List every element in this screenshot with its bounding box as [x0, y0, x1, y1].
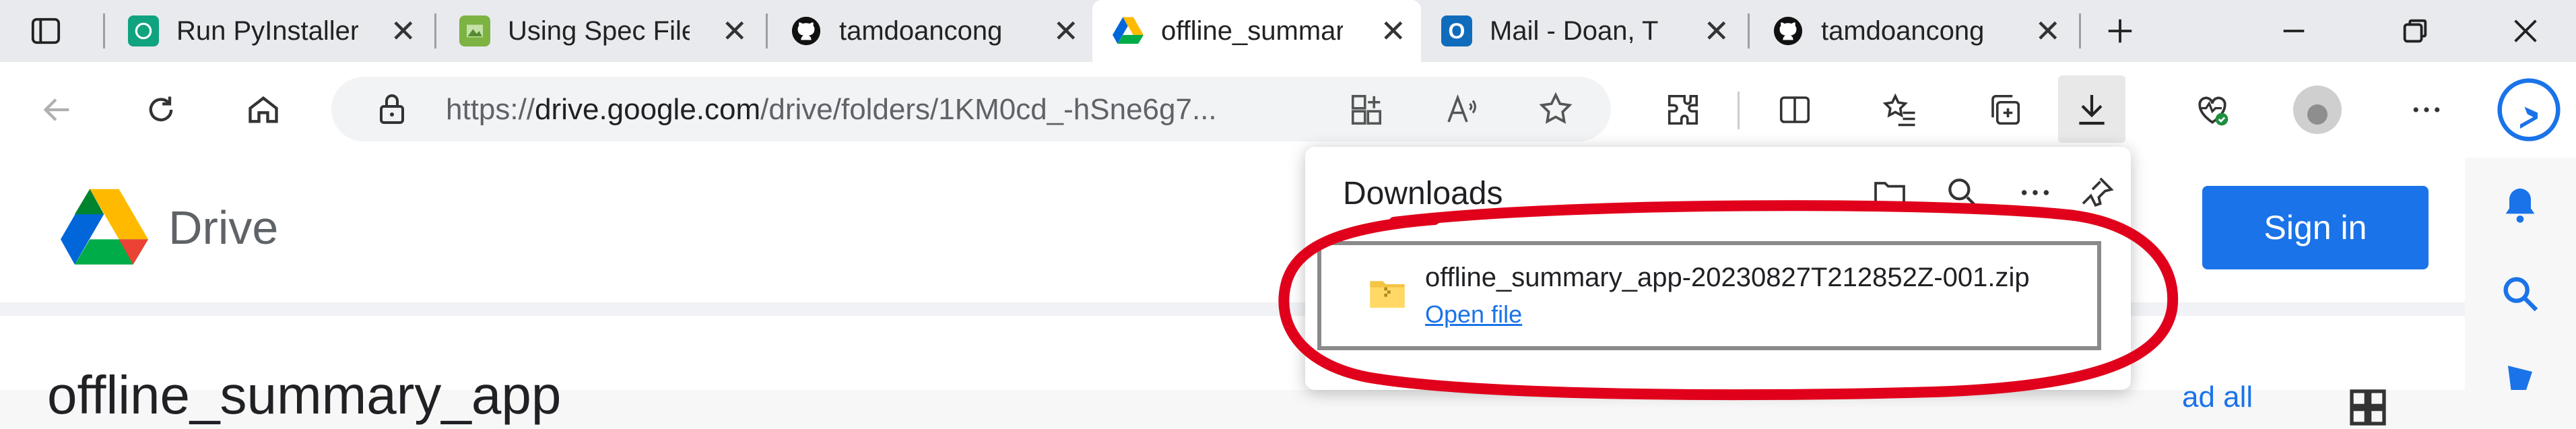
favorite-star-icon[interactable] — [1537, 90, 1575, 128]
bing-copilot-icon — [2497, 78, 2561, 141]
refresh-icon — [149, 96, 173, 122]
tab-title: tamdoancong — [839, 15, 1003, 46]
profile-button[interactable] — [2287, 79, 2348, 140]
tab-separator — [766, 13, 768, 48]
app-available-icon[interactable] — [1348, 92, 1385, 128]
tab-actions-icon — [31, 18, 61, 44]
grid-view-icon[interactable] — [2346, 386, 2389, 429]
browser-toolbar: https://drive.google.com/drive/folders/1… — [0, 62, 2576, 158]
open-file-link[interactable]: Open file — [1425, 300, 1522, 329]
split-screen-button[interactable] — [1764, 79, 1825, 140]
restore-icon — [2403, 19, 2427, 43]
refresh-button[interactable] — [131, 79, 191, 140]
tab-separator — [434, 13, 436, 48]
plus-icon — [2108, 19, 2132, 43]
edge-sidebar — [2465, 158, 2576, 390]
split-screen-icon — [1779, 96, 1810, 123]
home-icon — [249, 96, 278, 123]
close-tab-icon[interactable]: ✕ — [1703, 13, 1729, 49]
github-icon — [1773, 15, 1804, 46]
avatar-icon — [2293, 86, 2342, 134]
tab-strip: Run PyInstaller ✕ Using Spec Files ✕ tam… — [0, 0, 2576, 62]
url-domain: drive.google.com — [535, 93, 761, 126]
close-window-button[interactable] — [2495, 0, 2556, 62]
tab-title: Run PyInstaller — [176, 15, 358, 46]
tab-mail[interactable]: O Mail - Doan, T ✕ — [1421, 0, 1744, 62]
browser-essentials-button[interactable] — [2182, 79, 2243, 140]
tab-separator — [103, 13, 105, 48]
more-horizontal-icon — [2021, 190, 2049, 195]
chatgpt-icon — [128, 15, 159, 46]
image-icon — [459, 15, 490, 46]
google-drive-logo-icon[interactable] — [61, 189, 148, 268]
sign-in-button[interactable]: Sign in — [2202, 186, 2429, 269]
minimize-button[interactable] — [2263, 0, 2325, 62]
heart-pulse-icon — [2198, 96, 2228, 126]
url-path: /drive/folders/1KM0cd_-hSne6g7... — [760, 93, 1217, 126]
address-bar[interactable]: https://drive.google.com/drive/folders/1… — [331, 77, 1611, 141]
search-icon[interactable] — [2499, 272, 2542, 315]
close-tab-icon[interactable]: ✕ — [2035, 13, 2061, 49]
folder-icon — [1874, 182, 1905, 205]
url-text[interactable]: https://drive.google.com/drive/folders/1… — [446, 93, 1217, 127]
close-tab-icon[interactable]: ✕ — [721, 13, 748, 49]
tab-separator — [1748, 13, 1750, 48]
search-icon — [1948, 178, 1978, 208]
download-file-name: offline_summary_app-20230827T212852Z-001… — [1425, 263, 2030, 292]
new-tab-button[interactable] — [2089, 0, 2151, 62]
collections-button[interactable] — [1975, 79, 2035, 140]
tab-using-spec-files[interactable]: Using Spec Files ✕ — [439, 0, 762, 62]
downloads-title: Downloads — [1343, 176, 1503, 211]
downloads-panel: Downloads offline_summary_app-20230827T2… — [1305, 147, 2131, 390]
downloads-more-button[interactable] — [2008, 166, 2062, 220]
drive-brand[interactable]: Drive — [168, 201, 278, 255]
settings-more-button[interactable] — [2396, 79, 2457, 140]
tab-github-2[interactable]: tamdoancong ✕ — [1752, 0, 2076, 62]
extensions-button[interactable] — [1653, 79, 1713, 140]
more-horizontal-icon — [2413, 107, 2440, 112]
toolbar-divider — [1738, 92, 1740, 129]
minimize-icon — [2283, 30, 2305, 32]
tab-offline-summary[interactable]: offline_summary ✕ — [1092, 0, 1421, 62]
url-prefix: https:// — [446, 93, 535, 126]
folder-title: offline_summary_app — [47, 365, 562, 425]
download-item[interactable]: offline_summary_app-20230827T212852Z-001… — [1317, 241, 2101, 350]
restore-button[interactable] — [2384, 0, 2446, 62]
github-icon — [791, 15, 822, 46]
read-aloud-icon[interactable] — [1443, 92, 1479, 128]
close-tab-icon[interactable]: ✕ — [1053, 13, 1079, 49]
tab-run-pyinstaller[interactable]: Run PyInstaller ✕ — [108, 0, 431, 62]
home-button[interactable] — [233, 79, 294, 140]
tab-title: Using Spec Files — [508, 15, 690, 46]
lock-icon[interactable] — [376, 92, 408, 127]
close-tab-icon[interactable]: ✕ — [390, 13, 416, 49]
favorites-list-icon — [1882, 93, 1915, 127]
open-downloads-folder-button[interactable] — [1863, 166, 1917, 220]
close-tab-icon[interactable]: ✕ — [1380, 13, 1406, 49]
downloads-button[interactable] — [2058, 75, 2125, 143]
shopping-icon[interactable] — [2501, 360, 2539, 390]
puzzle-icon — [1667, 94, 1698, 125]
tab-actions-button[interactable] — [15, 0, 77, 62]
copilot-button[interactable] — [2492, 73, 2566, 147]
google-drive-icon — [1113, 15, 1144, 46]
bell-icon[interactable] — [2499, 183, 2542, 226]
pin-downloads-button[interactable] — [2070, 166, 2124, 220]
collections-icon — [1991, 94, 2020, 125]
zip-folder-icon — [1370, 281, 1405, 308]
tab-github-1[interactable]: tamdoancong ✕ — [770, 0, 1094, 62]
tab-title: tamdoancong — [1821, 15, 1985, 46]
download-arrow-icon — [2079, 95, 2105, 125]
back-arrow-icon — [43, 98, 69, 121]
favorites-button[interactable] — [1870, 79, 1930, 140]
tab-title: Mail - Doan, T — [1490, 15, 1659, 46]
tab-title: offline_summary — [1161, 15, 1343, 46]
pin-icon — [2082, 177, 2114, 207]
outlook-icon: O — [1441, 15, 1472, 46]
read-all-link[interactable]: ad all — [2182, 381, 2253, 414]
close-icon — [2514, 20, 2537, 42]
back-button[interactable] — [27, 79, 88, 140]
search-downloads-button[interactable] — [1936, 166, 1989, 220]
tab-separator — [2079, 13, 2081, 48]
